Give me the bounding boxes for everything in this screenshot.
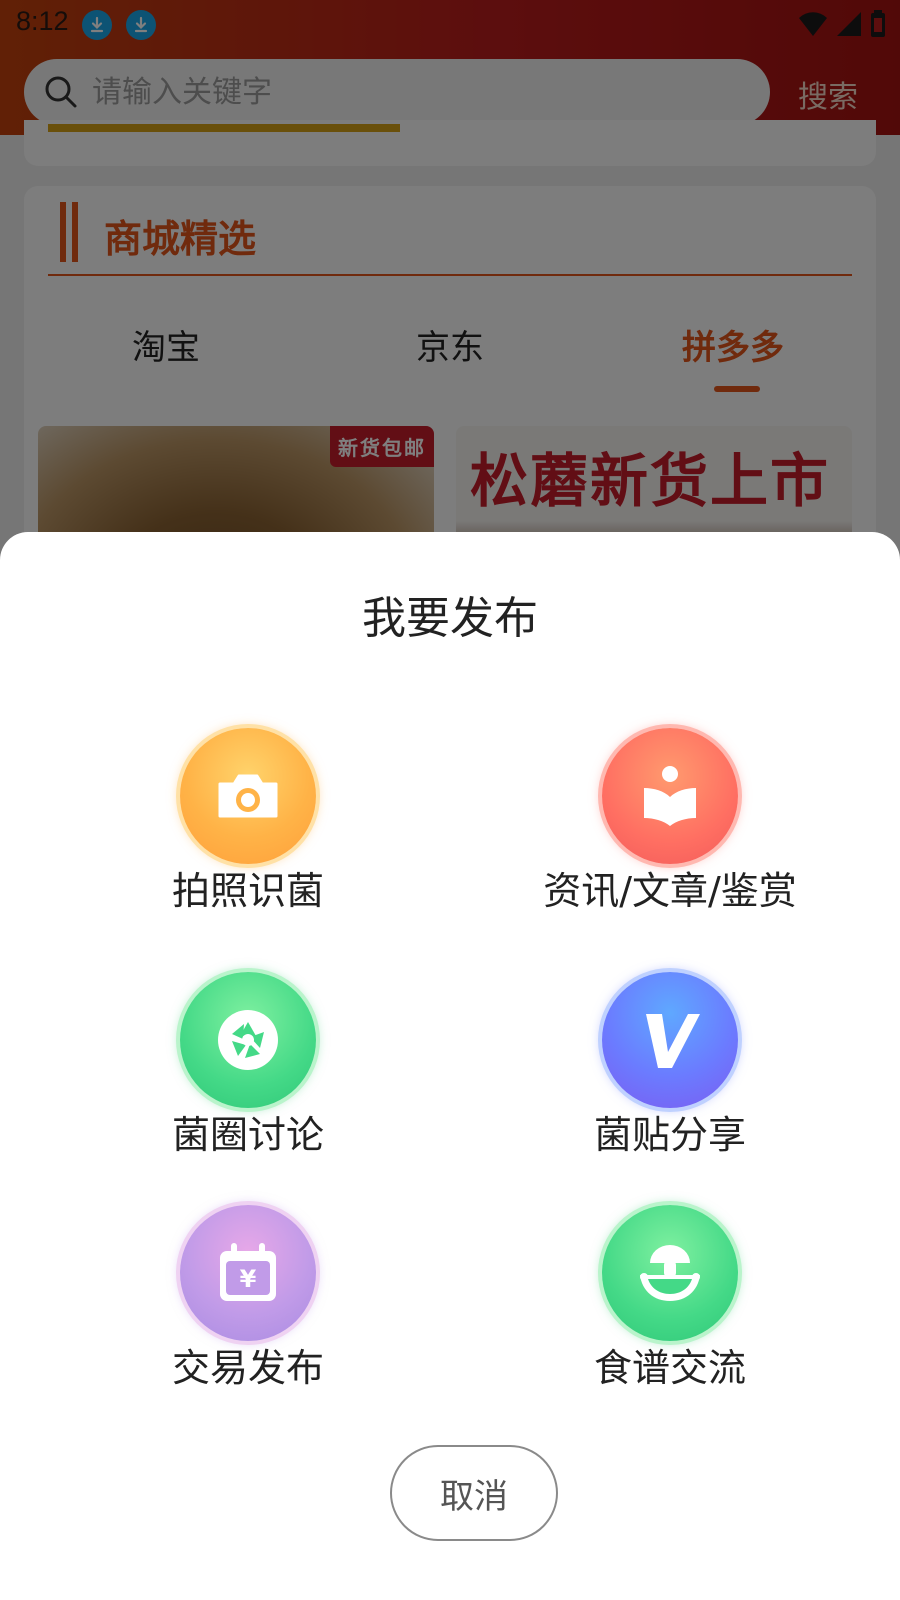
mushroom-bowl-icon [602,1205,738,1341]
option-label: 交易发布 [171,1346,324,1390]
option-label: 菌圈讨论 [171,1113,324,1157]
option-label: 拍照识菌 [171,869,324,913]
book-reader-icon [602,728,738,864]
v-logo-icon [602,972,738,1108]
option-recipe-exchange[interactable]: 食谱交流 [520,1205,820,1405]
option-label: 资讯/文章/鉴赏 [543,869,797,913]
aperture-icon [180,972,316,1108]
option-trade-publish[interactable]: ¥ 交易发布 [98,1205,398,1405]
option-news-articles[interactable]: 资讯/文章/鉴赏 [520,728,820,928]
calendar-yen-icon: ¥ [180,1205,316,1341]
sheet-title: 我要发布 [362,593,538,644]
camera-icon [180,728,316,864]
publish-sheet: 我要发布 拍照识菌 资讯/文章/鉴赏 菌圈讨论 菌贴分享 ¥ 交易发布 食谱交流… [0,532,900,1600]
option-circle-discussion[interactable]: 菌圈讨论 [98,972,398,1172]
option-photo-identify[interactable]: 拍照识菌 [98,728,398,928]
option-label: 菌贴分享 [593,1113,746,1157]
option-label: 食谱交流 [593,1346,746,1390]
svg-text:¥: ¥ [240,1265,257,1293]
option-post-share[interactable]: 菌贴分享 [520,972,820,1172]
cancel-button[interactable]: 取消 [390,1445,558,1541]
